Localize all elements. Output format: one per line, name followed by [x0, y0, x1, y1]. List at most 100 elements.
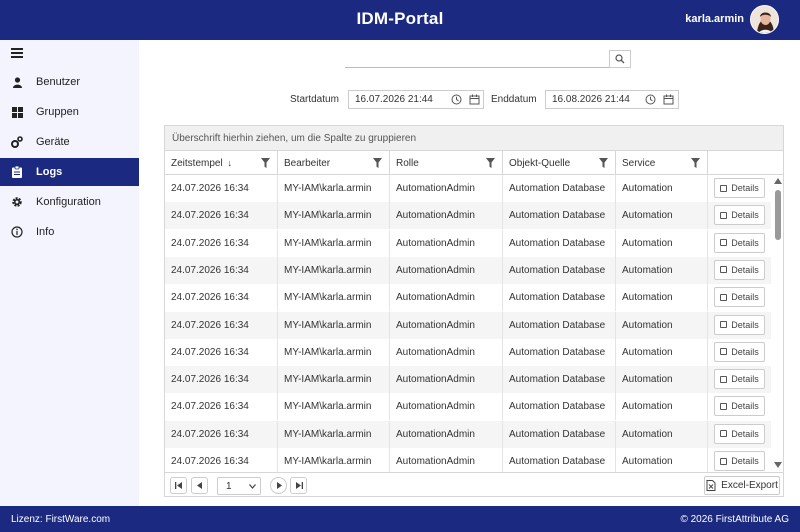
username[interactable]: karla.armin [685, 13, 744, 25]
sidebar-item-gruppen[interactable]: Gruppen [0, 98, 139, 126]
excel-export-label: Excel-Export [721, 480, 778, 491]
sidebar-item-info[interactable]: Info [0, 218, 139, 246]
table-row[interactable]: 24.07.2026 16:34 MY-IAM\karla.armin Automa… [165, 338, 771, 366]
table-cell: Automation [616, 338, 708, 366]
scroll-down-icon[interactable] [774, 462, 782, 468]
filter-icon[interactable] [373, 158, 382, 168]
table-cell: Automation Database [503, 338, 616, 366]
table-row[interactable]: 24.07.2026 16:34 MY-IAM\karla.armin Automa… [165, 229, 771, 257]
sort-desc-icon: ↓ [227, 158, 232, 168]
table-cell: AutomationAdmin [390, 393, 503, 421]
table-row[interactable]: 24.07.2026 16:34 MY-IAM\karla.armin Automa… [165, 393, 771, 421]
sidebar-item-geraete[interactable]: Geräte [0, 128, 139, 156]
table-row[interactable]: 24.07.2026 16:34 MY-IAM\karla.armin Automa… [165, 420, 771, 448]
info-icon [11, 226, 23, 238]
menu-icon[interactable] [11, 48, 23, 60]
page-select[interactable]: 1 [217, 477, 261, 495]
column-header-label: Rolle [396, 158, 419, 169]
calendar-icon[interactable] [469, 94, 480, 105]
table-row[interactable]: 24.07.2026 16:34 MY-IAM\karla.armin Automa… [165, 202, 771, 230]
group-panel[interactable]: Überschrift hierhin ziehen, um die Spalt… [165, 126, 783, 151]
app-footer: Lizenz: FirstWare.com © 2026 FirstAttrib… [0, 506, 800, 532]
filter-icon[interactable] [691, 158, 700, 168]
table-row[interactable]: 24.07.2026 16:34 MY-IAM\karla.armin Automa… [165, 284, 771, 312]
details-button[interactable]: Details [714, 396, 765, 417]
table-cell: MY-IAM\karla.armin [278, 284, 390, 312]
details-label: Details [731, 456, 759, 466]
details-icon [720, 375, 728, 383]
table-cell: Automation Database [503, 256, 616, 284]
table-cell: Automation [616, 229, 708, 257]
column-header-label: Service [622, 158, 656, 169]
table-cell: MY-IAM\karla.armin [278, 229, 390, 257]
details-label: Details [731, 292, 759, 303]
table-row[interactable]: 24.07.2026 16:34 MY-IAM\karla.armin Automa… [165, 175, 771, 202]
details-button[interactable]: Details [714, 259, 765, 280]
next-page-button[interactable] [270, 477, 287, 494]
table-row[interactable]: 24.07.2026 16:34 MY-IAM\karla.armin Automa… [165, 366, 771, 394]
sidebar-item-konfiguration[interactable]: Konfiguration [0, 188, 139, 216]
sidebar-item-logs[interactable]: Logs [0, 158, 139, 186]
prev-page-button[interactable] [191, 477, 208, 494]
gear-icon [11, 196, 23, 208]
start-date-field[interactable]: 16.07.2026 21:44 [348, 90, 484, 109]
calendar-icon[interactable] [663, 94, 674, 105]
grid-header: Zeitstempel ↓ Bearbeiter Rolle Objekt-Qu… [165, 151, 783, 175]
table-cell: Automation [616, 202, 708, 230]
details-button[interactable]: Details [714, 423, 765, 444]
details-button[interactable]: Details [714, 451, 765, 471]
details-label: Details [731, 346, 759, 357]
details-label: Details [731, 374, 759, 385]
pager: 1 Excel-Export [165, 472, 783, 496]
table-row[interactable]: 24.07.2026 16:34 MY-IAM\karla.armin Automa… [165, 311, 771, 339]
filter-icon[interactable] [599, 158, 608, 168]
table-cell: AutomationAdmin [390, 284, 503, 312]
table-cell: MY-IAM\karla.armin [278, 420, 390, 448]
scroll-up-icon[interactable] [774, 178, 782, 184]
search-button[interactable] [609, 50, 631, 68]
search-input[interactable] [345, 50, 609, 68]
sidebar: Benutzer Gruppen Geräte Logs Konfigurati… [0, 40, 139, 506]
last-page-button[interactable] [290, 477, 307, 494]
first-page-icon [174, 482, 182, 489]
table-cell: MY-IAM\karla.armin [278, 338, 390, 366]
table-cell: Automation Database [503, 284, 616, 312]
details-label: Details [731, 428, 759, 439]
clock-icon[interactable] [645, 94, 656, 105]
clock-icon[interactable] [451, 94, 462, 105]
filter-icon[interactable] [486, 158, 495, 168]
grid-body: 24.07.2026 16:34 MY-IAM\karla.armin Automa… [165, 175, 783, 472]
column-header-bearbeiter[interactable]: Bearbeiter [278, 151, 390, 175]
app-header: IDM-Portal karla.armin [0, 0, 800, 40]
grid-scrollbar[interactable] [772, 175, 783, 472]
details-button[interactable]: Details [714, 178, 765, 198]
details-label: Details [731, 183, 759, 193]
column-header-rolle[interactable]: Rolle [390, 151, 503, 175]
table-cell: Automation Database [503, 175, 616, 202]
details-button[interactable]: Details [714, 369, 765, 390]
details-button[interactable]: Details [714, 287, 765, 308]
excel-export-button[interactable]: Excel-Export [704, 476, 780, 495]
column-header-service[interactable]: Service [616, 151, 708, 175]
avatar[interactable] [750, 5, 779, 34]
details-button[interactable]: Details [714, 205, 765, 226]
details-button[interactable]: Details [714, 341, 765, 362]
table-row[interactable]: 24.07.2026 16:34 MY-IAM\karla.armin Automa… [165, 256, 771, 284]
table-cell: MY-IAM\karla.armin [278, 311, 390, 339]
end-date-field[interactable]: 16.08.2026 21:44 [545, 90, 679, 109]
column-header-objekt-quelle[interactable]: Objekt-Quelle [503, 151, 616, 175]
column-header-zeitstempel[interactable]: Zeitstempel ↓ [165, 151, 278, 175]
first-page-button[interactable] [170, 477, 187, 494]
details-button[interactable]: Details [714, 314, 765, 335]
sidebar-item-benutzer[interactable]: Benutzer [0, 68, 139, 96]
scrollbar-thumb[interactable] [775, 190, 781, 240]
excel-icon [706, 480, 716, 491]
details-icon [720, 184, 728, 192]
column-header-label: Zeitstempel [171, 158, 223, 169]
table-cell: Automation Database [503, 202, 616, 230]
table-cell: AutomationAdmin [390, 202, 503, 230]
filter-icon[interactable] [261, 158, 270, 168]
table-row[interactable]: 24.07.2026 16:34 MY-IAM\karla.armin Automa… [165, 448, 771, 472]
details-button[interactable]: Details [714, 232, 765, 253]
prev-page-icon [196, 482, 202, 489]
